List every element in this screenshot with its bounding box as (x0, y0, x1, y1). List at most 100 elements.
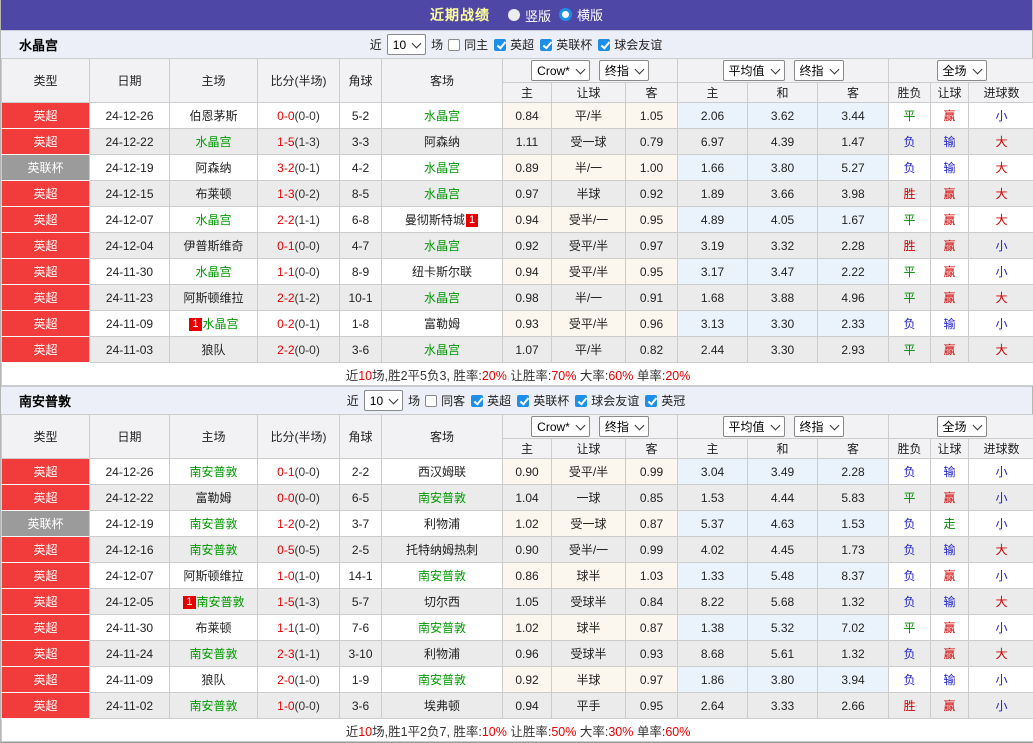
cell-avg-away: 5.27 (818, 155, 889, 181)
odds-company-select[interactable]: Crow* (531, 60, 590, 81)
halftime-score: (0-0) (295, 343, 320, 357)
league-checkbox-label-0[interactable]: 英超 (510, 36, 534, 53)
league-badge: 英联杯 (2, 511, 90, 537)
scope-select[interactable]: 全场 (937, 60, 987, 81)
league-checkbox-label-1[interactable]: 英联杯 (533, 392, 569, 409)
near-count-select[interactable]: 10 (364, 390, 403, 411)
cell-date: 24-11-09 (90, 311, 170, 337)
red-card-badge: 1 (466, 214, 478, 227)
cell-score: 1-2(0-2) (258, 511, 340, 537)
avg-time-select-value: 终指 (800, 418, 824, 435)
cell-score: 0-0(0-0) (258, 485, 340, 511)
cell-handicap: 受平/半 (552, 459, 626, 485)
cell-odds-away: 0.95 (626, 693, 678, 719)
summary-part: 近 (346, 725, 359, 739)
same-side-label[interactable]: 同主 (464, 36, 488, 53)
away-team-name: 水晶宫 (424, 109, 460, 123)
avg-odds-select[interactable]: 平均值 (723, 416, 785, 437)
odds-company-group: Crow* 终指 (503, 59, 678, 83)
col-header-corner: 角球 (340, 415, 382, 459)
fulltime-score: 1-1 (277, 621, 294, 635)
league-checkbox-0[interactable] (494, 39, 506, 51)
league-checkbox-2[interactable] (598, 39, 610, 51)
results-table-1: 类型日期主场比分(半场)角球客场Crow*终指平均值终指全场主让球客主和客胜负让… (1, 414, 1033, 742)
league-badge: 英超 (2, 311, 90, 337)
subcol-header-avg-home: 主 (678, 439, 748, 459)
league-checkbox-1[interactable] (540, 39, 552, 51)
cell-result: 负 (889, 311, 931, 337)
cell-handicap-result: 输 (931, 155, 969, 181)
odds-company-select[interactable]: Crow* (531, 416, 590, 437)
league-checkbox-1[interactable] (517, 395, 529, 407)
cell-result: 胜 (889, 181, 931, 207)
cell-odds-home: 0.96 (503, 641, 552, 667)
scope-select[interactable]: 全场 (937, 416, 987, 437)
league-checkbox-2[interactable] (575, 395, 587, 407)
table-row: 英联杯24-12-19南安普敦1-2(0-2)3-7利物浦1.02受一球0.87… (2, 511, 1033, 537)
cell-date: 24-12-19 (90, 155, 170, 181)
league-checkbox-label-2[interactable]: 球会友谊 (591, 392, 639, 409)
cell-avg-home: 3.17 (678, 259, 748, 285)
layout-radio-option-0[interactable]: 竖版 (508, 6, 551, 25)
cell-corners: 3-10 (340, 641, 382, 667)
subcol-header-handicap-result: 让球 (931, 83, 969, 103)
home-team-name: 阿森纳 (195, 161, 231, 175)
league-checkbox-0[interactable] (471, 395, 483, 407)
layout-radio-selected-icon[interactable] (559, 8, 572, 21)
cell-avg-draw: 4.05 (748, 207, 818, 233)
summary-part: 让胜率: (507, 369, 551, 383)
away-team-name: 南安普敦 (418, 569, 466, 583)
cell-odds-away: 1.00 (626, 155, 678, 181)
league-checkbox-3[interactable] (645, 395, 657, 407)
cell-handicap-result: 输 (931, 537, 969, 563)
same-side-checkbox[interactable] (448, 39, 460, 51)
odds-time-select[interactable]: 终指 (599, 416, 649, 437)
cell-avg-draw: 3.32 (748, 233, 818, 259)
same-side-label[interactable]: 同客 (441, 392, 465, 409)
cell-score: 0-1(0-0) (258, 459, 340, 485)
cell-odds-away: 0.95 (626, 207, 678, 233)
cell-handicap: 受球半 (552, 589, 626, 615)
near-count-select[interactable]: 10 (387, 34, 426, 55)
cell-home-team: 狼队 (170, 667, 258, 693)
cell-handicap: 平/半 (552, 337, 626, 363)
cell-handicap: 半球 (552, 181, 626, 207)
cell-avg-away: 1.53 (818, 511, 889, 537)
home-team-name: 富勒姆 (195, 491, 231, 505)
league-badge: 英超 (2, 563, 90, 589)
chevron-down-icon (770, 64, 780, 74)
cell-away-team: 南安普敦 (382, 667, 503, 693)
cell-score: 2-2(0-0) (258, 337, 340, 363)
league-checkbox-label-3[interactable]: 英冠 (661, 392, 685, 409)
cell-handicap: 平/半 (552, 103, 626, 129)
avg-time-select[interactable]: 终指 (794, 416, 844, 437)
odds-company-selects: Crow* 终指 (504, 416, 676, 437)
col-header-score: 比分(半场) (258, 59, 340, 103)
cell-avg-home: 3.19 (678, 233, 748, 259)
avg-odds-select[interactable]: 平均值 (723, 60, 785, 81)
avg-odds-selects: 平均值终指 (679, 416, 887, 437)
odds-time-select[interactable]: 终指 (599, 60, 649, 81)
cell-date: 24-12-19 (90, 511, 170, 537)
cell-score: 1-0(1-0) (258, 563, 340, 589)
layout-radio-option-1[interactable]: 横版 (559, 5, 603, 24)
cell-home-team: 南安普敦 (170, 641, 258, 667)
odds-time-select-value: 终指 (605, 62, 629, 79)
cell-odds-away: 0.82 (626, 337, 678, 363)
cell-avg-draw: 3.49 (748, 459, 818, 485)
cell-avg-home: 3.13 (678, 311, 748, 337)
cell-date: 24-12-04 (90, 233, 170, 259)
avg-time-select[interactable]: 终指 (794, 60, 844, 81)
same-side-checkbox[interactable] (425, 395, 437, 407)
league-badge: 英超 (2, 459, 90, 485)
subcol-header-odds-home: 主 (503, 439, 552, 459)
cell-goals-result: 大 (969, 129, 1033, 155)
cell-avg-home: 1.53 (678, 485, 748, 511)
layout-radio-unselected-icon[interactable] (508, 9, 520, 21)
cell-away-team: 切尔西 (382, 589, 503, 615)
league-checkbox-label-0[interactable]: 英超 (487, 392, 511, 409)
halftime-score: (0-0) (295, 491, 320, 505)
cell-avg-home: 8.22 (678, 589, 748, 615)
league-checkbox-label-1[interactable]: 英联杯 (556, 36, 592, 53)
league-checkbox-label-2[interactable]: 球会友谊 (614, 36, 662, 53)
